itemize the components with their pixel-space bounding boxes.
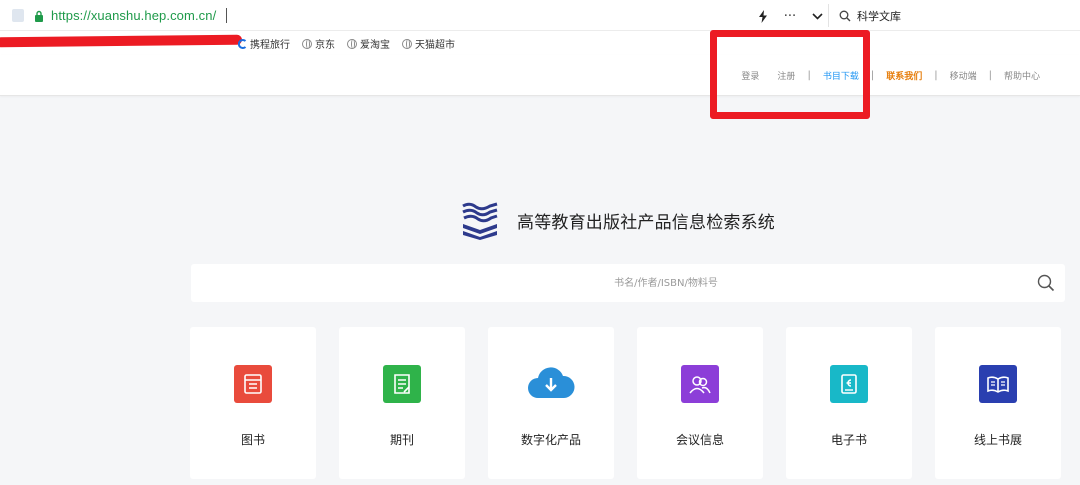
url-text[interactable]: https://xuanshu.hep.com.cn/	[51, 8, 216, 23]
magnifier-icon	[839, 10, 851, 21]
contact-us-link[interactable]: 联系我们	[886, 69, 922, 82]
globe-icon	[402, 38, 412, 49]
lock-icon	[35, 10, 43, 22]
hep-logo-icon	[462, 202, 498, 240]
bookmarks-bar: 携程旅行 京东 爱淘宝 天猫超市	[0, 31, 1080, 55]
text-cursor	[226, 8, 228, 23]
journal-icon	[383, 365, 421, 403]
site-title: 高等教育出版社产品信息检索系统	[517, 213, 775, 233]
bookmark-label: 爱淘宝	[360, 40, 390, 51]
more-menu-icon[interactable]: ···	[779, 6, 801, 26]
help-center-link[interactable]: 帮助中心	[1004, 69, 1040, 82]
category-label: 期刊	[389, 433, 414, 447]
address-field[interactable]: https://xuanshu.hep.com.cn/	[12, 8, 228, 23]
highlight-box	[710, 30, 870, 119]
browser-search-box[interactable]: 科学文库	[828, 4, 1080, 27]
browser-address-bar: https://xuanshu.hep.com.cn/ ··· 科学文库	[0, 0, 1080, 31]
meeting-icon	[681, 365, 719, 403]
category-label: 线上书展	[973, 433, 1022, 447]
category-card-books[interactable]: 图书	[190, 327, 316, 479]
main-search-bar	[191, 264, 1065, 302]
lightning-icon[interactable]	[752, 6, 774, 26]
book-icon	[234, 365, 272, 403]
category-card-journals[interactable]: 期刊	[339, 327, 465, 479]
ctrip-icon	[238, 38, 247, 49]
bookmark-list: 携程旅行 京东 爱淘宝 天猫超市	[238, 36, 467, 51]
redaction-mark	[0, 34, 243, 48]
cloud-download-icon	[526, 365, 576, 403]
category-card-digital-products[interactable]: 数字化产品	[488, 327, 614, 479]
bookmark-tmall-supermarket[interactable]: 天猫超市	[402, 36, 455, 51]
mobile-link[interactable]: 移动端	[950, 69, 977, 82]
category-label: 会议信息	[675, 433, 724, 447]
online-bookfair-icon	[979, 365, 1017, 403]
globe-icon	[347, 38, 357, 49]
bookmark-ctrip[interactable]: 携程旅行	[238, 36, 290, 51]
site-header: 登录 注册 | 书目下载 | 联系我们 | 移动端 | 帮助中心	[0, 55, 1080, 96]
page-favicon-icon	[12, 9, 24, 22]
bookmark-label: 天猫超市	[415, 40, 455, 51]
category-label: 图书	[240, 433, 265, 447]
ebook-icon	[830, 365, 868, 403]
category-card-ebooks[interactable]: 电子书	[786, 327, 912, 479]
nav-separator: |	[870, 70, 875, 81]
category-card-online-bookfair[interactable]: 线上书展	[935, 327, 1061, 479]
bookmark-jd[interactable]: 京东	[302, 36, 335, 51]
category-label: 数字化产品	[520, 433, 581, 447]
nav-separator: |	[988, 70, 992, 81]
globe-icon	[302, 38, 312, 49]
search-icon[interactable]	[1037, 274, 1055, 292]
category-label: 电子书	[830, 433, 867, 447]
address-bar-tools: ···	[752, 6, 833, 26]
nav-separator: |	[934, 70, 938, 81]
category-card-conferences[interactable]: 会议信息	[637, 327, 763, 479]
search-engine-label: 科学文库	[857, 9, 901, 23]
bookmark-label: 携程旅行	[250, 40, 290, 51]
search-input[interactable]	[191, 264, 1021, 302]
bookmark-label: 京东	[315, 40, 335, 51]
chevron-down-icon[interactable]	[806, 6, 828, 26]
bookmark-aitaobao[interactable]: 爱淘宝	[347, 36, 390, 51]
